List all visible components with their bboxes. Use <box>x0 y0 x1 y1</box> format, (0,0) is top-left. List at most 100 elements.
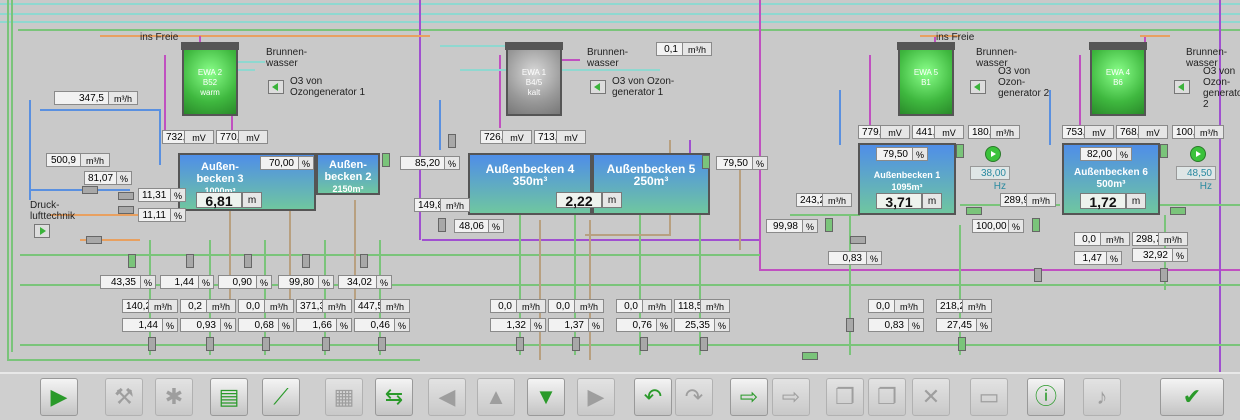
value-box-f_00b: 0,0 m³/h <box>238 299 294 313</box>
monitor-icon: ▭ <box>978 384 1000 409</box>
unit: % <box>170 188 186 202</box>
play-button[interactable]: ▶ <box>40 378 78 416</box>
valve-icon[interactable] <box>1170 207 1186 215</box>
arrow-down-button[interactable]: ▼ <box>527 378 565 416</box>
valve-icon[interactable] <box>966 207 982 215</box>
generator-ewa1[interactable]: EWA 1 B4/5 kalt <box>505 42 563 116</box>
check-all-button[interactable]: ✔ <box>1160 378 1224 416</box>
new-sheet-button[interactable]: ✱ <box>155 378 193 416</box>
valve-icon[interactable] <box>448 134 456 148</box>
unit: % <box>714 318 730 332</box>
unit: % <box>1106 251 1122 265</box>
info-button[interactable]: ⓘ <box>1027 378 1065 416</box>
value: 1,37 <box>564 320 584 331</box>
delete-docs-icon: ✕ <box>921 384 941 409</box>
basin-2[interactable]: Außen- becken 2 2150m³ <box>316 153 380 195</box>
valve-icon[interactable] <box>1160 268 1168 282</box>
unit: m³/h <box>108 91 138 105</box>
generator-ewa5[interactable]: EWA 5 B1 <box>897 42 955 116</box>
valve-icon[interactable] <box>958 337 966 351</box>
valve-icon[interactable] <box>700 337 708 351</box>
undo-icon: ↶ <box>643 384 663 409</box>
value: 0,90 <box>232 277 252 288</box>
unit: % <box>256 275 272 289</box>
valve-icon[interactable] <box>438 218 446 232</box>
value-box-p_4335: 43,35% <box>100 275 156 289</box>
value: 140,2 <box>126 301 152 312</box>
tools-icon: ⚒ <box>114 384 134 409</box>
valve-icon[interactable] <box>302 254 310 268</box>
valve-icon[interactable] <box>802 352 818 360</box>
valve-icon[interactable] <box>702 155 710 169</box>
arrow-right-button[interactable]: ▶ <box>577 378 615 416</box>
value-box-p_046: 0,46% <box>354 318 410 332</box>
export-button[interactable]: ⇨ <box>772 378 810 416</box>
ozone-inlet-arrow-icon[interactable] <box>970 80 986 94</box>
ozone-inlet-arrow-icon[interactable] <box>590 80 606 94</box>
undo-button[interactable]: ↶ <box>634 378 672 416</box>
valve-icon[interactable] <box>1160 144 1168 158</box>
value-box-p_1131: 11,31% <box>138 188 186 202</box>
valve-icon[interactable] <box>516 337 524 351</box>
redo-button[interactable]: ↷ <box>675 378 713 416</box>
value: 726,3 <box>484 132 510 143</box>
valve-icon[interactable] <box>118 206 134 214</box>
valve-icon[interactable] <box>825 218 833 232</box>
valve-icon[interactable] <box>128 254 136 268</box>
valve-icon[interactable] <box>118 192 134 200</box>
pump-icon[interactable] <box>1190 146 1206 162</box>
valve-icon[interactable] <box>1034 268 1042 282</box>
valve-icon[interactable] <box>148 337 156 351</box>
valve-icon[interactable] <box>262 337 270 351</box>
valve-icon[interactable] <box>206 337 214 351</box>
report-icon: ▤ <box>218 384 240 409</box>
valve-icon[interactable] <box>244 254 252 268</box>
generator-ewa2[interactable]: EWA 2 B52 warm <box>181 42 239 116</box>
valve-icon[interactable] <box>572 337 580 351</box>
valve-icon[interactable] <box>186 254 194 268</box>
trend-chart-button[interactable]: ⟋ <box>262 378 300 416</box>
valve-icon[interactable] <box>850 236 866 244</box>
arrow-left-button[interactable]: ◀ <box>428 378 466 416</box>
sound-button[interactable]: ♪ <box>1083 378 1121 416</box>
monitor-button[interactable]: ▭ <box>970 378 1008 416</box>
arrow-up-button[interactable]: ▲ <box>477 378 515 416</box>
valve-icon[interactable] <box>322 337 330 351</box>
thermometer-table-button[interactable]: ▦ <box>325 378 363 416</box>
pump-icon[interactable] <box>985 146 1001 162</box>
value-box-p_083a: 0,83% <box>828 251 882 265</box>
basin-1-level: 3,71 <box>876 193 922 210</box>
report-button[interactable]: ▤ <box>210 378 248 416</box>
value-box-p_7950b: 79,50% <box>876 147 928 161</box>
valve-icon[interactable] <box>382 153 390 167</box>
save-docs-button[interactable]: ❐ <box>868 378 906 416</box>
ozone-inlet-arrow-icon[interactable] <box>1174 80 1190 94</box>
save-docs-icon: ❐ <box>877 384 897 409</box>
valve-icon[interactable] <box>1032 218 1040 232</box>
tools-button[interactable]: ⚒ <box>105 378 143 416</box>
ozone-inlet-arrow-icon[interactable] <box>268 80 284 94</box>
generator-ewa4[interactable]: EWA 4 B6 <box>1089 42 1147 116</box>
valve-icon[interactable] <box>640 337 648 351</box>
unit: m³/h <box>894 299 924 313</box>
unit: % <box>1116 147 1132 161</box>
unit: m³/h <box>80 153 110 167</box>
druckluft-arrow-icon[interactable] <box>34 224 50 238</box>
valve-icon[interactable] <box>378 337 386 351</box>
valve-icon[interactable] <box>86 236 102 244</box>
unit: m³/h <box>1194 125 1224 139</box>
basin-volume: 500m³ <box>1096 179 1126 190</box>
basin-volume: 250m³ <box>633 174 669 188</box>
brunnen-label-2b: wasser <box>587 58 619 69</box>
valve-icon[interactable] <box>82 186 98 194</box>
delete-docs-button[interactable]: ✕ <box>912 378 950 416</box>
import-button[interactable]: ⇨ <box>730 378 768 416</box>
copy-docs-button[interactable]: ❐ <box>826 378 864 416</box>
value: 85,20 <box>414 158 440 169</box>
value-box-f_5009: 500,9 m³/h <box>46 153 110 167</box>
value-box-f_2899: 289,9 m³/h <box>1000 193 1056 207</box>
valve-icon[interactable] <box>846 318 854 332</box>
valve-icon[interactable] <box>360 254 368 268</box>
valve-icon[interactable] <box>956 144 964 158</box>
transfer-button[interactable]: ⇆ <box>375 378 413 416</box>
